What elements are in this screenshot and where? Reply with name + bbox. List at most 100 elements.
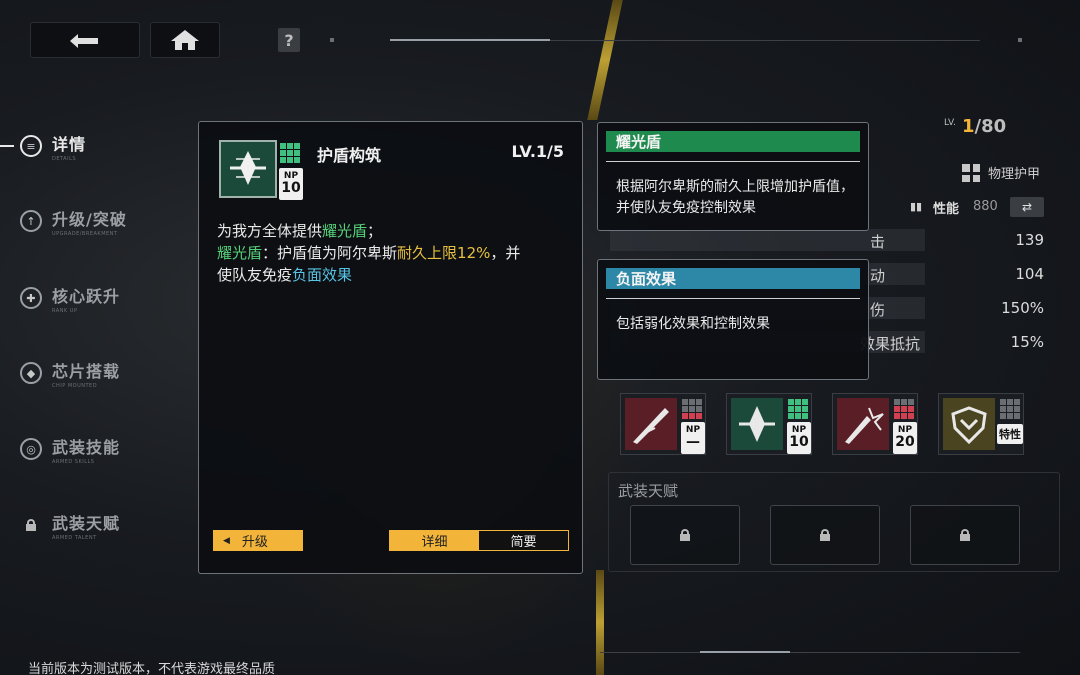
armed-skill-card-3[interactable]: NP 20 <box>832 393 918 455</box>
tooltip-body: 包括弱化效果和控制效果 <box>616 316 770 332</box>
armed-skill-card-2[interactable]: NP 10 <box>726 393 812 455</box>
keyword-shield[interactable]: 耀光盾 <box>322 222 367 240</box>
nav-sublabel: UPGRADE/BREAKMENT <box>52 230 118 237</box>
bottom-progress-line <box>700 651 790 653</box>
divider-dot <box>330 38 334 42</box>
np-badge: NP 10 <box>787 422 811 454</box>
lock-icon <box>820 529 830 541</box>
nav-sublabel: ARMED SKILLS <box>52 458 95 465</box>
burst-icon <box>837 398 889 450</box>
keyword-debuff[interactable]: 负面效果 <box>292 266 352 284</box>
skill-level: LV.1/5 <box>511 142 565 161</box>
desc-text: ； <box>367 222 383 240</box>
skill-description: 为我方全体提供耀光盾； 耀光盾：护盾值为阿尔卑斯耐久上限12%，并 使队友免疫负… <box>217 220 567 286</box>
divider-dot <box>1018 38 1022 42</box>
grade-grid-icon <box>999 398 1021 420</box>
test-version-notice: 当前版本为测试版本，不代表游戏最终品质 <box>28 662 276 675</box>
stat-label: 动 <box>870 267 886 285</box>
shield-build-icon <box>731 398 783 450</box>
stat-label: 效果抵抗 <box>860 335 921 353</box>
performance-value: 880 <box>973 199 998 214</box>
sword-icon <box>625 398 677 450</box>
tooltip-divider <box>606 298 860 299</box>
nav-item-chip[interactable]: ◆ 芯片搭载 CHIP MOUNTED <box>20 353 120 393</box>
armed-skill-card-1[interactable]: NP — <box>620 393 706 455</box>
trait-emblem-icon <box>943 398 995 450</box>
lock-icon <box>680 529 690 541</box>
armor-icon <box>962 164 980 182</box>
nav-item-core[interactable]: ✚ 核心跃升 RANK UP <box>20 278 120 318</box>
nav-item-upgrade[interactable]: ↑ 升级/突破 UPGRADE/BREAKMENT <box>20 201 127 241</box>
tab-detail[interactable]: 详细 <box>390 531 479 550</box>
np-cost: — <box>686 434 700 450</box>
armed-skill-card-4[interactable]: 特性 <box>938 393 1024 455</box>
question-icon: ? <box>284 30 294 50</box>
nav-item-details[interactable]: ≡ 详情 DETAILS <box>20 126 86 166</box>
view-toggle: 详细 简要 <box>389 530 569 551</box>
tooltip-title: 负面效果 <box>606 268 860 289</box>
np-badge: NP — <box>681 422 705 454</box>
nav-label: 武装技能 <box>52 437 121 457</box>
stat-value: 15% <box>1010 333 1044 351</box>
nav-sublabel: CHIP MOUNTED <box>52 382 98 389</box>
nav-active-indicator <box>0 145 14 147</box>
nav-label: 核心跃升 <box>52 286 121 306</box>
shield-build-icon <box>219 140 277 198</box>
talent-slot-2[interactable] <box>770 505 880 565</box>
np-cost: 10 <box>789 434 809 450</box>
talent-slot-3[interactable] <box>910 505 1020 565</box>
swap-stats-button[interactable]: ⇄ <box>1010 197 1044 217</box>
grade-grid-icon <box>893 398 915 420</box>
lock-icon <box>20 514 42 536</box>
skill-title: 护盾构筑 <box>317 146 382 165</box>
nav-sublabel: ARMED TALENT <box>52 534 97 541</box>
nav-label: 升级/突破 <box>52 209 127 229</box>
talent-title: 武装天赋 <box>618 482 679 500</box>
nav-sublabel: DETAILS <box>52 155 77 162</box>
core-icon: ✚ <box>20 287 42 309</box>
tab-brief[interactable]: 简要 <box>479 531 568 550</box>
top-progress-line <box>390 39 550 41</box>
np-badge: NP 10 <box>279 168 303 200</box>
skill-icon: ◎ <box>20 438 42 460</box>
triangle-left-icon: ◀ <box>223 535 230 546</box>
desc-text: ：护盾值为阿尔卑斯 <box>262 244 398 262</box>
nav-label: 详情 <box>52 134 87 154</box>
chip-icon: ◆ <box>20 362 42 384</box>
talent-slot-1[interactable] <box>630 505 740 565</box>
level-current: 1 <box>962 116 975 137</box>
np-cost: 10 <box>281 180 301 196</box>
desc-text: 为我方全体提供 <box>217 222 323 240</box>
upgrade-icon: ↑ <box>20 210 42 232</box>
nav-label: 芯片搭载 <box>52 361 121 381</box>
nav-item-armed-skills[interactable]: ◎ 武装技能 ARMED SKILLS <box>20 429 120 469</box>
stat-value: 104 <box>1015 265 1044 283</box>
lock-icon <box>960 529 970 541</box>
level-readout: 1/80 <box>962 116 1006 137</box>
back-button[interactable] <box>30 22 140 58</box>
np-cost: 20 <box>895 434 915 450</box>
nav-label: 武装天赋 <box>52 513 121 533</box>
swap-icon: ⇄ <box>1021 200 1033 214</box>
tooltip-shield: 耀光盾 根据阿尔卑斯的耐久上限增加护盾值，并使队友免疫控制效果 <box>597 122 869 231</box>
grade-grid-icon <box>681 398 703 420</box>
tooltip-body: 根据阿尔卑斯的耐久上限增加护盾值，并使队友免疫控制效果 <box>616 179 854 216</box>
trait-badge: 特性 <box>997 424 1023 444</box>
back-arrow-icon <box>70 34 98 48</box>
keyword-shield[interactable]: 耀光盾 <box>217 244 262 262</box>
stat-label: 击 <box>870 233 886 251</box>
top-divider-line <box>550 40 980 41</box>
help-button[interactable]: ? <box>278 28 300 52</box>
tooltip-divider <box>606 161 860 162</box>
nav-item-armed-talent[interactable]: 武装天赋 ARMED TALENT <box>20 505 120 545</box>
home-button[interactable] <box>150 22 220 58</box>
level-prefix: LV. <box>944 118 956 128</box>
performance-icon: ▮▮ <box>910 200 923 213</box>
upgrade-label: 升级 <box>241 535 268 550</box>
level-max: /80 <box>974 116 1007 137</box>
desc-text: ，并 <box>490 244 521 262</box>
skill-detail-panel: NP 10 护盾构筑 LV.1/5 为我方全体提供耀光盾； 耀光盾：护盾值为阿尔卑… <box>198 121 583 574</box>
tooltip-title: 耀光盾 <box>606 131 860 152</box>
armor-type: 物理护甲 <box>988 167 1041 182</box>
upgrade-button[interactable]: ◀ 升级 <box>213 530 303 551</box>
